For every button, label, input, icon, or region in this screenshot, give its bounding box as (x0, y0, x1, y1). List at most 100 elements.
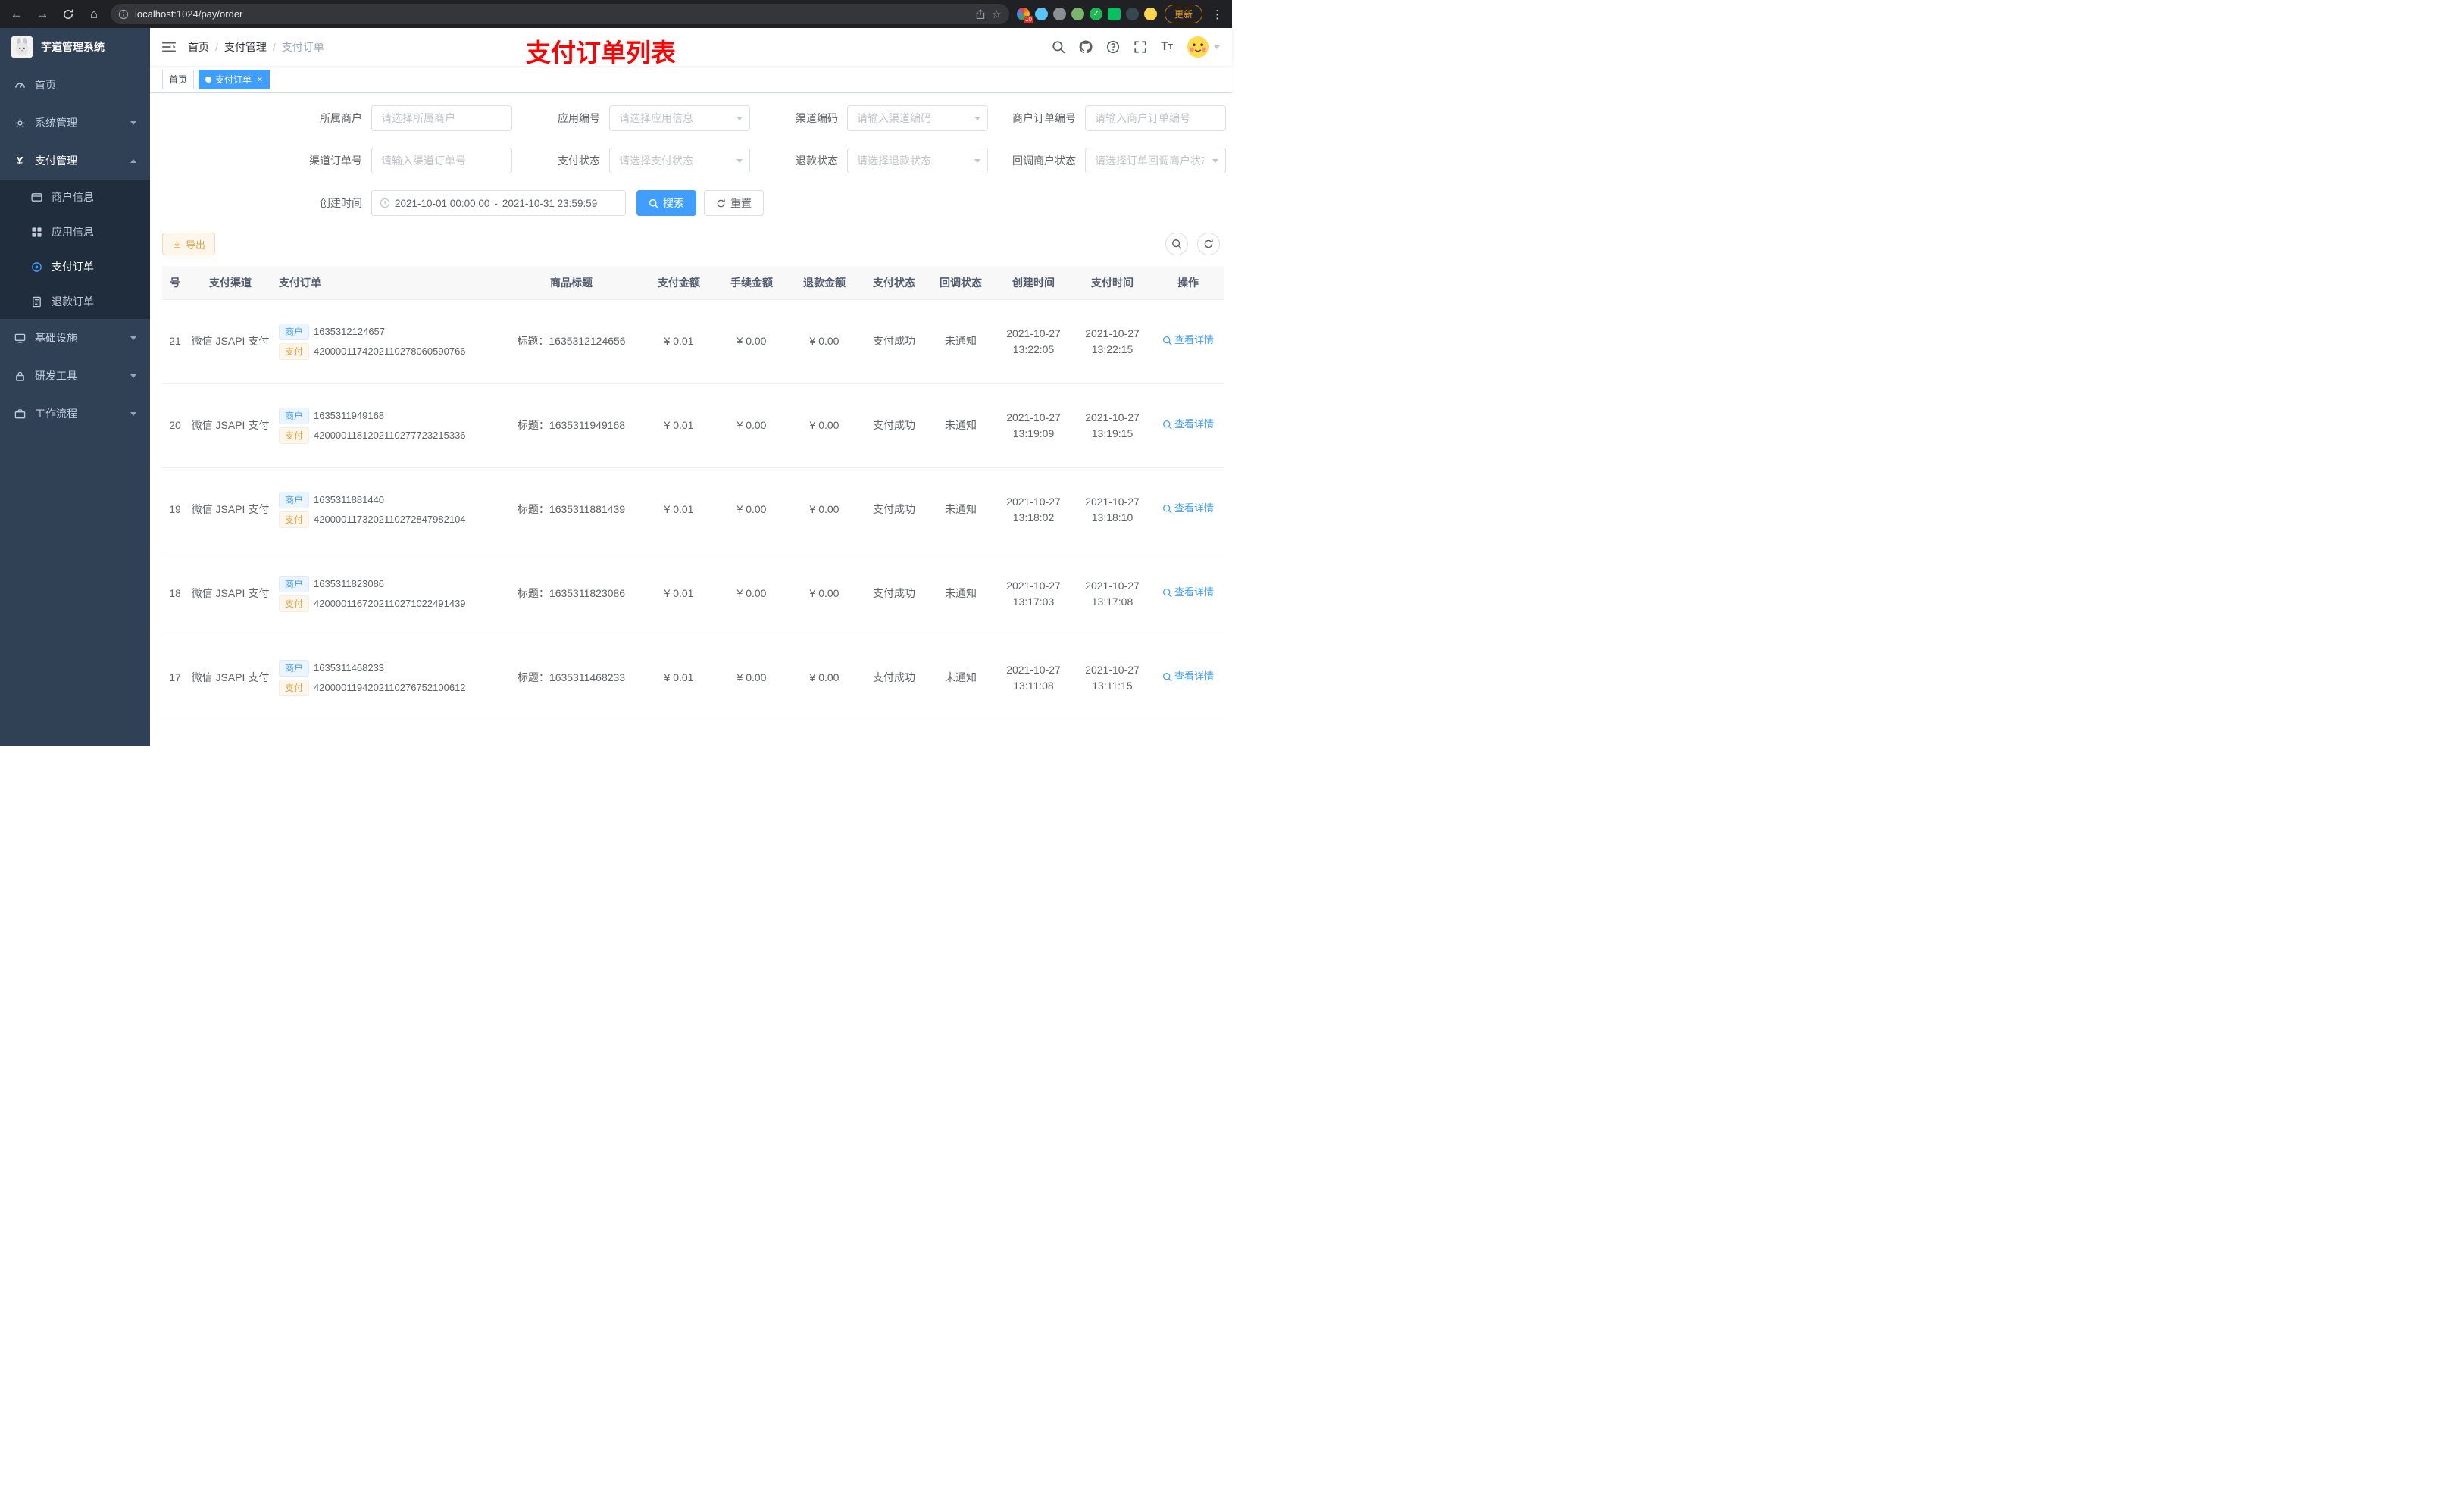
pay-status-select[interactable] (609, 148, 750, 173)
home-icon[interactable]: ⌂ (85, 5, 103, 23)
sidebar-item-home[interactable]: 首页 (0, 66, 150, 104)
browser-menu-icon[interactable]: ⋮ (1210, 8, 1224, 21)
export-button[interactable]: 导出 (162, 233, 216, 255)
refresh-icon (1204, 239, 1213, 248)
github-icon[interactable] (1079, 40, 1093, 54)
filter-label: 所属商户 (320, 112, 362, 124)
pay-time: 2021-10-27 13:19:15 (1073, 383, 1152, 468)
order-id: 19 (162, 467, 188, 552)
column-header: 退款金额 (788, 266, 861, 300)
refresh-table-button[interactable] (1197, 233, 1220, 255)
fullscreen-icon[interactable] (1134, 40, 1147, 54)
tab-pay-order[interactable]: 支付订单 × (199, 69, 270, 89)
briefcase-icon (14, 408, 26, 420)
back-icon[interactable]: ← (8, 5, 26, 23)
toggle-search-button[interactable] (1165, 233, 1188, 255)
sidebar-item-label: 应用信息 (52, 226, 94, 238)
tab-home[interactable]: 首页 (162, 69, 195, 89)
pay-amount: ¥ 0.01 (643, 636, 715, 720)
table-row: 17 微信 JSAPI 支付 商户 1635311468233 支付 4200001… (162, 636, 1224, 720)
payment-submenu: 商户信息 应用信息 支付订单 退款订单 (0, 180, 150, 319)
callback-status-select[interactable] (1085, 148, 1226, 173)
breadcrumb-home[interactable]: 首页 (188, 39, 209, 55)
refresh-icon (717, 198, 725, 207)
column-header: 支付金额 (643, 266, 715, 300)
search-button[interactable]: 搜索 (636, 190, 696, 216)
sidebar-item-infra[interactable]: 基础设施 (0, 319, 150, 357)
pay-channel: 微信 JSAPI 支付 (188, 383, 273, 468)
view-detail-link[interactable]: 查看详情 (1162, 585, 1214, 600)
breadcrumb-payment[interactable]: 支付管理 (224, 39, 267, 55)
column-header: 回调状态 (927, 266, 994, 300)
document-icon (30, 296, 42, 308)
search-icon[interactable] (1052, 40, 1065, 54)
merchant-filter-input[interactable] (371, 105, 512, 131)
sidebar-item-workflow[interactable]: 工作流程 (0, 395, 150, 433)
notify-status: 未通知 (927, 299, 994, 384)
channel-code-filter-input[interactable] (847, 105, 988, 131)
view-detail-link[interactable]: 查看详情 (1162, 501, 1214, 516)
chevron-up-icon (130, 158, 136, 163)
pay-order-cell: 商户 1635311949168 支付 4200001181202110277723… (273, 383, 500, 468)
product-title: 标题：1635311949168 (500, 383, 643, 468)
user-avatar[interactable] (1187, 36, 1220, 58)
sidebar-item-devtools[interactable]: 研发工具 (0, 357, 150, 395)
view-detail-link[interactable]: 查看详情 (1162, 417, 1214, 432)
refund-status-select[interactable] (847, 148, 988, 173)
date-start-value: 2021-10-01 00:00:00 (395, 197, 490, 209)
chevron-down-icon (1214, 45, 1220, 49)
circle-dot-icon (30, 261, 42, 273)
sidebar-item-payment[interactable]: ¥ 支付管理 (0, 142, 150, 180)
fee-amount: ¥ 0.00 (715, 552, 788, 636)
extension-icon-green[interactable] (1071, 8, 1084, 20)
refund-amount: ¥ 0.00 (788, 636, 861, 720)
site-info-icon[interactable] (118, 9, 129, 20)
extension-icon-gray[interactable] (1052, 8, 1066, 20)
reload-icon[interactable] (59, 5, 77, 23)
help-icon[interactable] (1106, 40, 1120, 54)
table-row: 19 微信 JSAPI 支付 商户 1635311881440 支付 4200001… (162, 467, 1224, 552)
reset-button[interactable]: 重置 (704, 190, 764, 216)
sidebar-item-app-info[interactable]: 应用信息 (0, 214, 150, 249)
extension-icon-colors[interactable]: 10 (1016, 8, 1033, 23)
view-detail-link[interactable]: 查看详情 (1162, 669, 1214, 684)
page-content: 所属商户 应用编号 渠道编码 商户订单编号 (150, 93, 1232, 746)
sidebar-item-label: 基础设施 (35, 332, 77, 344)
table-header-row: 号 支付渠道 支付订单 商品标题 支付金额 手续金额 退款金额 支付状态 回调状… (162, 266, 1224, 300)
sidebar-item-system[interactable]: 系统管理 (0, 104, 150, 142)
channel-order-no-input[interactable] (371, 148, 512, 173)
merchant-tag: 商户 (279, 407, 310, 424)
merchant-order-no-input[interactable] (1085, 105, 1226, 131)
sidebar-item-merchant-info[interactable]: 商户信息 (0, 180, 150, 214)
pay-status: 支付成功 (861, 636, 927, 720)
breadcrumb-separator (273, 41, 276, 53)
bookmark-star-icon[interactable]: ☆ (992, 8, 1002, 21)
reset-button-label: 重置 (730, 197, 752, 209)
extension-icon-face[interactable] (1143, 8, 1157, 20)
sidebar-item-refund-order[interactable]: 退款订单 (0, 284, 150, 319)
sidebar-item-pay-order[interactable]: 支付订单 (0, 249, 150, 284)
create-time-range-picker[interactable]: 2021-10-01 00:00:00 - 2021-10-31 23:59:5… (371, 190, 626, 216)
close-icon[interactable]: × (255, 74, 263, 84)
share-icon[interactable] (975, 8, 986, 20)
forward-icon[interactable]: → (33, 5, 52, 23)
search-icon (1162, 672, 1172, 682)
address-bar[interactable]: localhost:1024/pay/order ☆ (111, 4, 1009, 24)
filter-label: 退款状态 (796, 155, 838, 167)
create-time: 2021-10-27 13:22:05 (994, 299, 1073, 384)
pay-order-cell: 商户 1635312124657 支付 4200001174202110278060… (273, 299, 500, 384)
view-detail-link[interactable]: 查看详情 (1162, 333, 1214, 348)
extension-icon-blue[interactable] (1034, 8, 1048, 20)
sidebar: 芋道管理系统 首页 系统管理 ¥ 支付管理 商户信息 应用信息 支付订单 退款订… (0, 28, 150, 746)
clock-icon (380, 198, 390, 208)
notify-status: 未通知 (927, 383, 994, 468)
filter-label: 渠道编码 (796, 112, 838, 124)
extension-icon-check[interactable]: ✓ (1089, 8, 1102, 20)
font-size-icon[interactable]: TT (1161, 40, 1173, 54)
sidebar-item-label: 支付管理 (35, 155, 77, 167)
extension-icon-dark[interactable] (1125, 8, 1139, 20)
hamburger-icon[interactable] (162, 41, 176, 53)
extension-icon-chat[interactable] (1107, 8, 1121, 20)
app-id-filter-input[interactable] (609, 105, 750, 131)
browser-update-button[interactable]: 更新 (1164, 5, 1202, 23)
